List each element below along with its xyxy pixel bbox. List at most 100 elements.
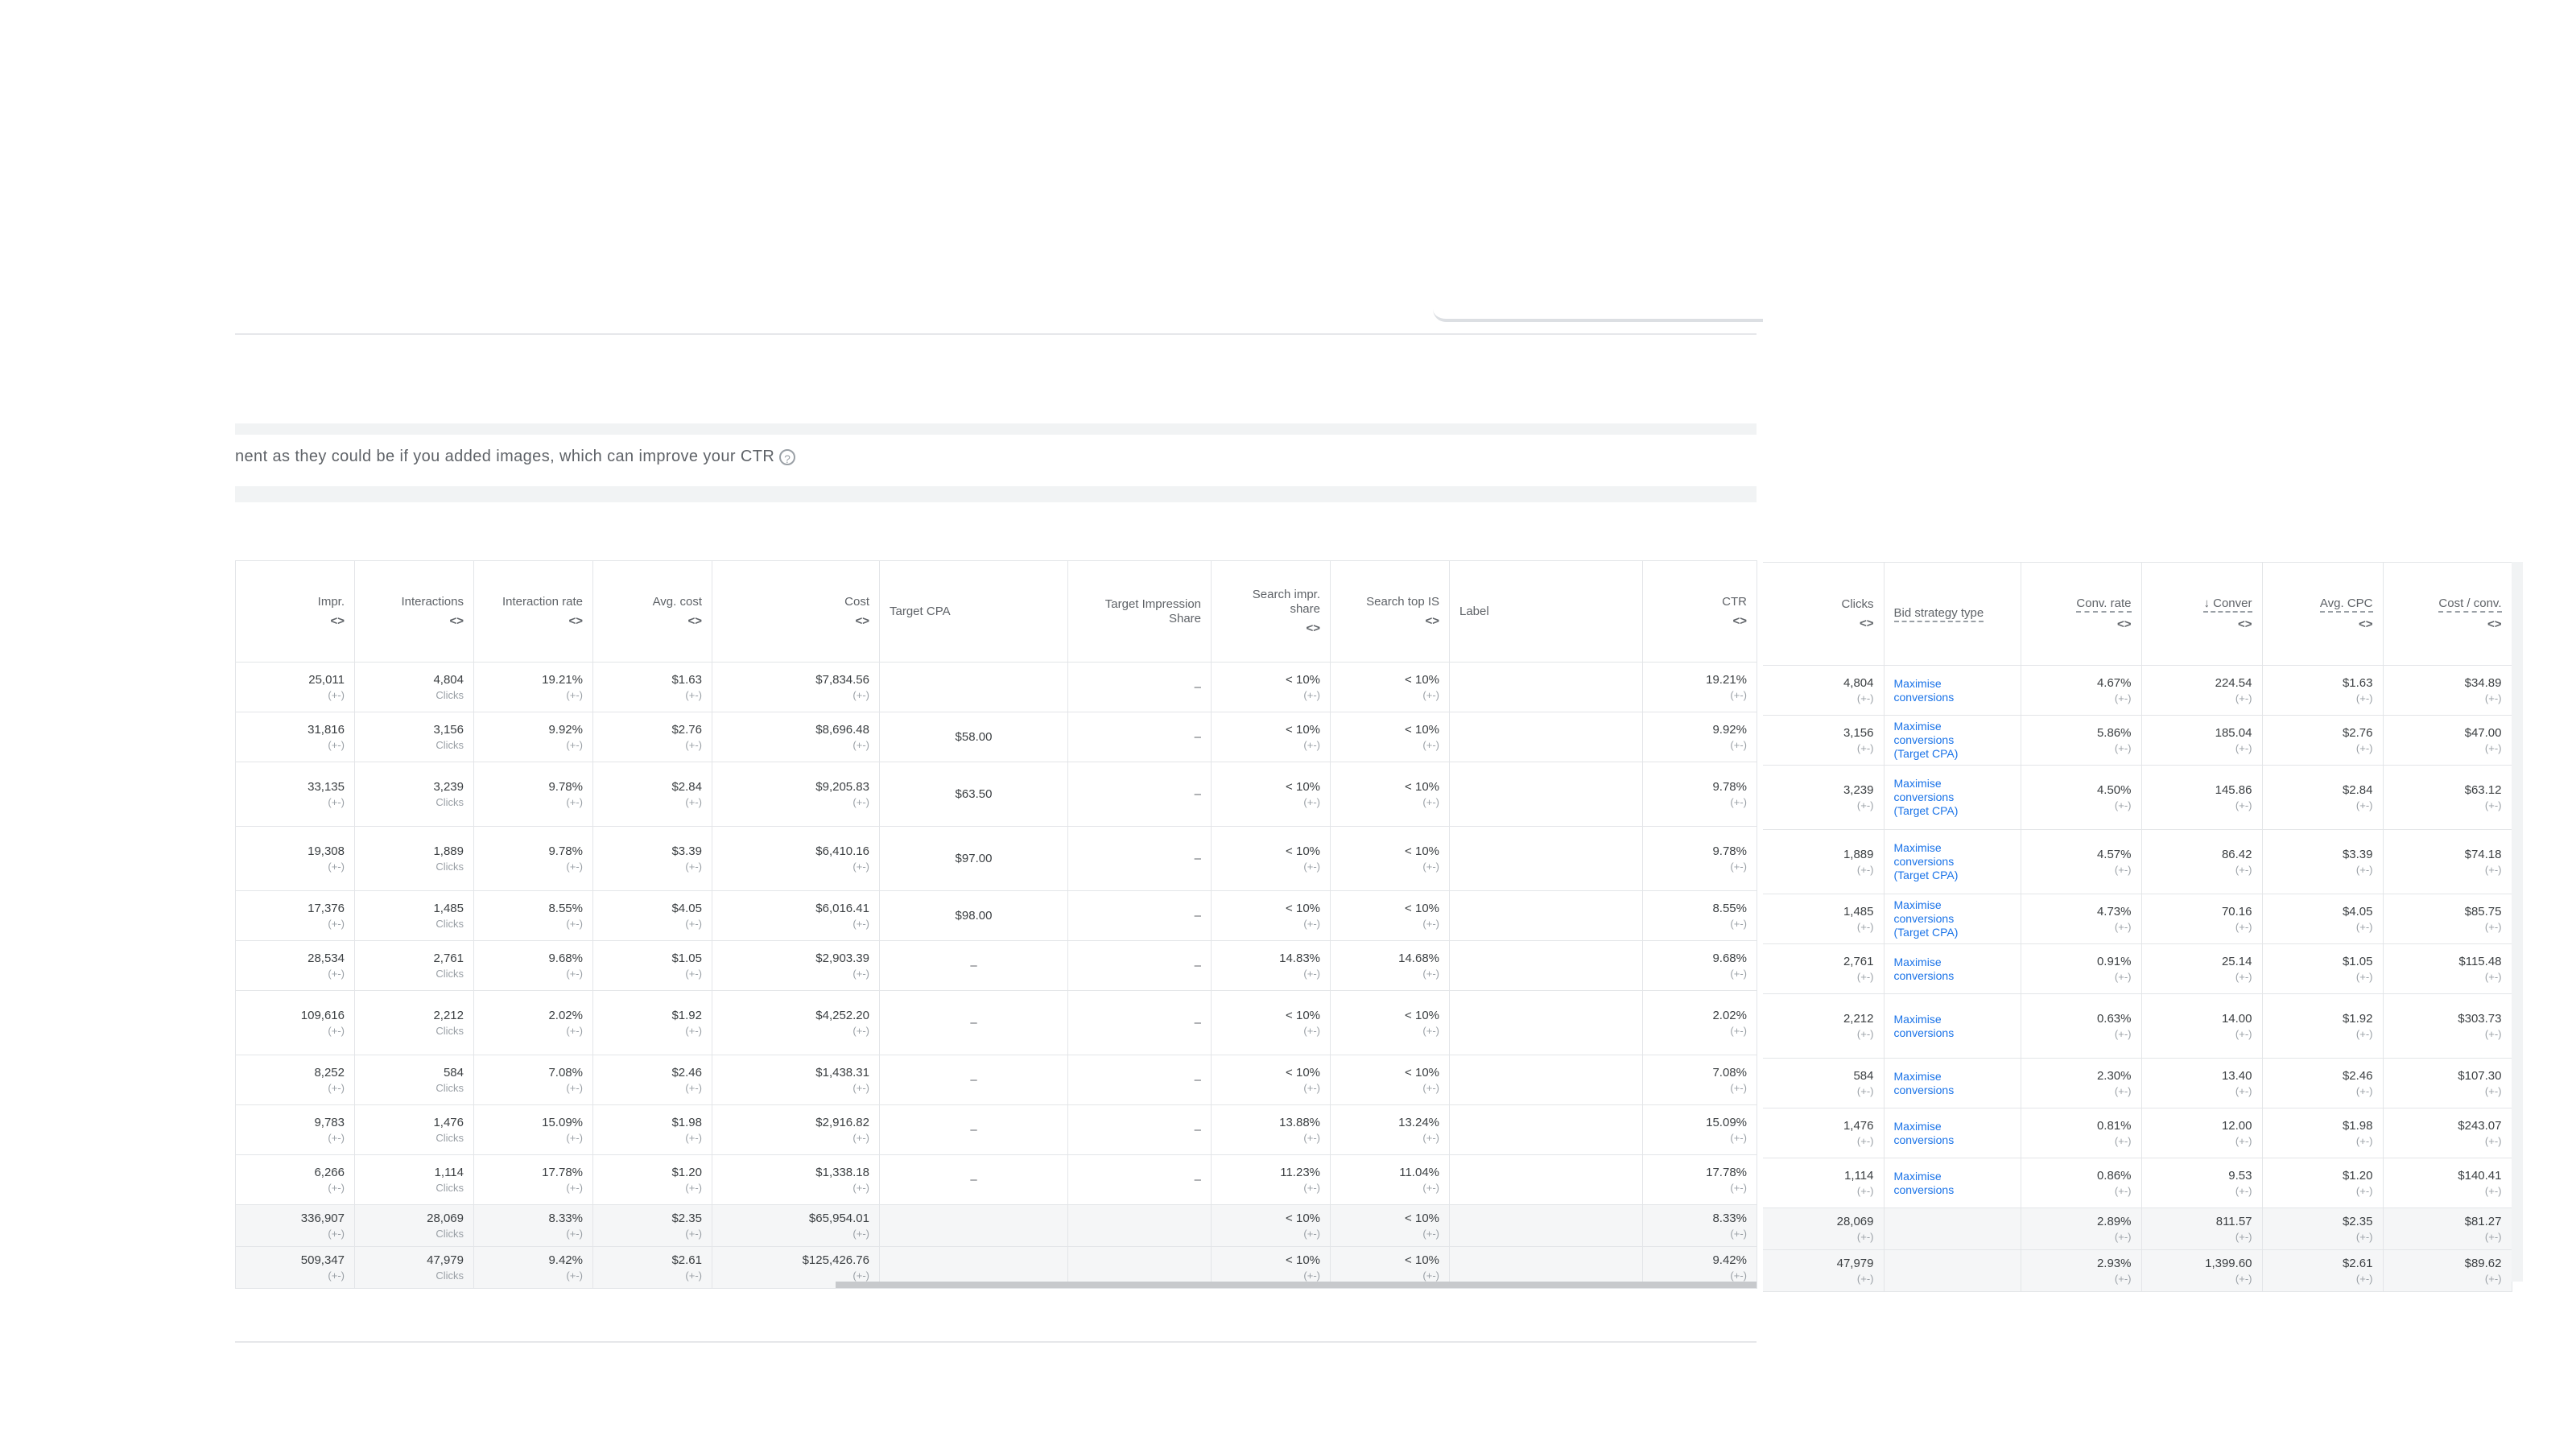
rate-value: 9.92%: [548, 722, 583, 737]
column-header[interactable]: Target CPA: [879, 560, 1068, 663]
cell-cpc: $4.05 (+-): [2262, 894, 2384, 944]
cell-label: [1449, 940, 1643, 991]
change-value: (+-): [685, 917, 702, 930]
change-value: (+-): [1856, 1084, 1874, 1097]
table-row[interactable]: 3,156 (+-) Maximise conversions (Target CPA)…: [1763, 715, 2512, 766]
column-header[interactable]: Label: [1449, 560, 1643, 663]
cell-bid[interactable]: Maximise conversions: [1884, 1108, 2021, 1158]
target-cpa-value: $98.00: [955, 909, 993, 923]
column-header[interactable]: Search impr. share <>: [1211, 560, 1331, 663]
sort-arrows-icon: <>: [1732, 613, 1747, 628]
change-value: (+-): [2114, 1230, 2132, 1243]
cell-bid[interactable]: Maximise conversions (Target CPA): [1884, 715, 2021, 766]
table-row[interactable]: 584 (+-) Maximise conversions 2.30% (+-) 13.40…: [1763, 1058, 2512, 1108]
cell-bid[interactable]: Maximise conversions: [1884, 1158, 2021, 1208]
table-row[interactable]: 28,534 (+-) 2,761 Clicks 9.68% (+-) $1.05 (+-) $…: [235, 940, 1757, 991]
cell-bid[interactable]: Maximise conversions: [1884, 1058, 2021, 1108]
column-header-label: Cost: [844, 594, 869, 609]
table-row[interactable]: 8,252 (+-) 584 Clicks 7.08% (+-) $2.46 (+-) $1,4…: [235, 1055, 1757, 1105]
table-row[interactable]: 6,266 (+-) 1,114 Clicks 17.78% (+-) $1.20 (+-) $…: [235, 1154, 1757, 1205]
target-impression-share-value: –: [1194, 1173, 1201, 1187]
cell-avg: $1.63 (+-): [592, 662, 712, 712]
cell-bid[interactable]: Maximise conversions: [1884, 943, 2021, 994]
unit-label: Clicks: [436, 738, 464, 751]
table-row[interactable]: 33,135 (+-) 3,239 Clicks 9.78% (+-) $2.84 (+-) $…: [235, 762, 1757, 827]
cell-bid[interactable]: Maximise conversions (Target CPA): [1884, 894, 2021, 944]
table-row[interactable]: 1,476 (+-) Maximise conversions 0.81% (+-) 12.…: [1763, 1108, 2512, 1158]
cell-bid[interactable]: Maximise conversions (Target CPA): [1884, 765, 2021, 830]
horizontal-scrollbar[interactable]: [836, 1282, 1757, 1288]
total-cell-bid: [1884, 1249, 2021, 1292]
table-row[interactable]: 9,783 (+-) 1,476 Clicks 15.09% (+-) $1.98 (+-) $…: [235, 1104, 1757, 1155]
change-value: (+-): [2114, 741, 2132, 754]
change-value: (+-): [2484, 1230, 2502, 1243]
column-header[interactable]: Cost <>: [712, 560, 880, 663]
cell-label: [1449, 662, 1643, 712]
cell-tis: –: [1067, 940, 1212, 991]
bid-strategy-link: Maximise: [1893, 1119, 1942, 1133]
table-row[interactable]: 17,376 (+-) 1,485 Clicks 8.55% (+-) $4.05 (+-) $…: [235, 890, 1757, 941]
vertical-scroll-track[interactable]: [2512, 562, 2523, 1282]
cell-crate: 4.50% (+-): [2021, 765, 2142, 830]
campaign-metrics-table: Impr. <> Interactions <> Interaction rate <> A…: [235, 560, 1757, 1289]
column-header[interactable]: Avg. cost <>: [592, 560, 712, 663]
column-header[interactable]: Search top IS <>: [1330, 560, 1450, 663]
column-header[interactable]: Target Impression Share: [1067, 560, 1212, 663]
table-row[interactable]: 19,308 (+-) 1,889 Clicks 9.78% (+-) $3.39 (+-) $…: [235, 826, 1757, 891]
cost-total-value: $125,426.76: [802, 1253, 869, 1267]
cell-conv: 12.00 (+-): [2141, 1108, 2263, 1158]
column-header[interactable]: Clicks <>: [1763, 562, 1885, 666]
table-row[interactable]: 109,616 (+-) 2,212 Clicks 2.02% (+-) $1.92 (+-)…: [235, 990, 1757, 1055]
change-value: (+-): [685, 1269, 702, 1282]
column-header[interactable]: Interaction rate <>: [473, 560, 593, 663]
change-value: (+-): [1730, 1181, 1747, 1194]
sis-value: < 10%: [1286, 722, 1320, 737]
column-header[interactable]: ↓ Conver <>: [2141, 562, 2263, 666]
cell-bid[interactable]: Maximise conversions (Target CPA): [1884, 829, 2021, 894]
column-header[interactable]: CTR <>: [1642, 560, 1757, 663]
change-value: (+-): [852, 967, 869, 980]
column-header-label: Interactions: [401, 594, 464, 609]
column-header[interactable]: Cost / conv. <>: [2383, 562, 2512, 666]
stop-value: < 10%: [1405, 722, 1439, 737]
table-row[interactable]: 1,485 (+-) Maximise conversions (Target CPA)…: [1763, 894, 2512, 944]
table-row[interactable]: 31,816 (+-) 3,156 Clicks 9.92% (+-) $2.76 (+-) $…: [235, 712, 1757, 762]
column-header[interactable]: Conv. rate <>: [2021, 562, 2142, 666]
table-row[interactable]: 2,212 (+-) Maximise conversions 0.63% (+-) 14.…: [1763, 993, 2512, 1059]
cell-bid[interactable]: Maximise conversions: [1884, 665, 2021, 716]
unit-label: Clicks: [436, 1081, 464, 1094]
table-row[interactable]: 25,011 (+-) 4,804 Clicks 19.21% (+-) $1.63 (+-)…: [235, 662, 1757, 712]
table-row[interactable]: 1,889 (+-) Maximise conversions (Target CPA)…: [1763, 829, 2512, 894]
table-row[interactable]: 3,239 (+-) Maximise conversions (Target CPA)…: [1763, 765, 2512, 830]
cost-value: $6,410.16: [815, 844, 869, 858]
ctr-value: 15.09%: [1706, 1115, 1747, 1129]
total-cell-stop: < 10% (+-): [1330, 1204, 1450, 1247]
change-value: (+-): [328, 1131, 345, 1144]
rate-value: 2.02%: [548, 1008, 583, 1022]
change-value: (+-): [852, 917, 869, 930]
cell-tcpa: –: [879, 1104, 1068, 1155]
sis-value: < 10%: [1286, 1065, 1320, 1080]
sis-value: 11.23%: [1280, 1165, 1320, 1179]
column-header[interactable]: Impr. <>: [235, 560, 355, 663]
cpc-value: $1.63: [2342, 675, 2373, 690]
clicks-value: 3,239: [1843, 782, 1874, 797]
column-header[interactable]: Bid strategy type: [1884, 562, 2021, 666]
cell-bid[interactable]: Maximise conversions: [1884, 993, 2021, 1059]
column-header-label: Avg. CPC: [2319, 597, 2373, 613]
change-value: (+-): [2114, 1027, 2132, 1040]
avg-value: $2.76: [671, 722, 702, 737]
cell-rate: 7.08% (+-): [473, 1055, 593, 1105]
clicks-value: 1,889: [1843, 847, 1874, 861]
change-value: (+-): [2355, 1230, 2373, 1243]
table-row[interactable]: 2,761 (+-) Maximise conversions 0.91% (+-) 25.…: [1763, 943, 2512, 994]
change-value: (+-): [2484, 1272, 2502, 1285]
bid-strategy-link: conversions: [1893, 1183, 1955, 1196]
table-row[interactable]: 4,804 (+-) Maximise conversions 4.67% (+-) 224…: [1763, 665, 2512, 716]
info-icon[interactable]: ?: [779, 448, 796, 465]
table-row[interactable]: 1,114 (+-) Maximise conversions 0.86% (+-) 9.5…: [1763, 1158, 2512, 1208]
total-cell-tcpa: [879, 1204, 1068, 1247]
column-header[interactable]: Interactions <>: [354, 560, 474, 663]
column-header[interactable]: Avg. CPC <>: [2262, 562, 2384, 666]
change-value: (+-): [1303, 860, 1320, 873]
